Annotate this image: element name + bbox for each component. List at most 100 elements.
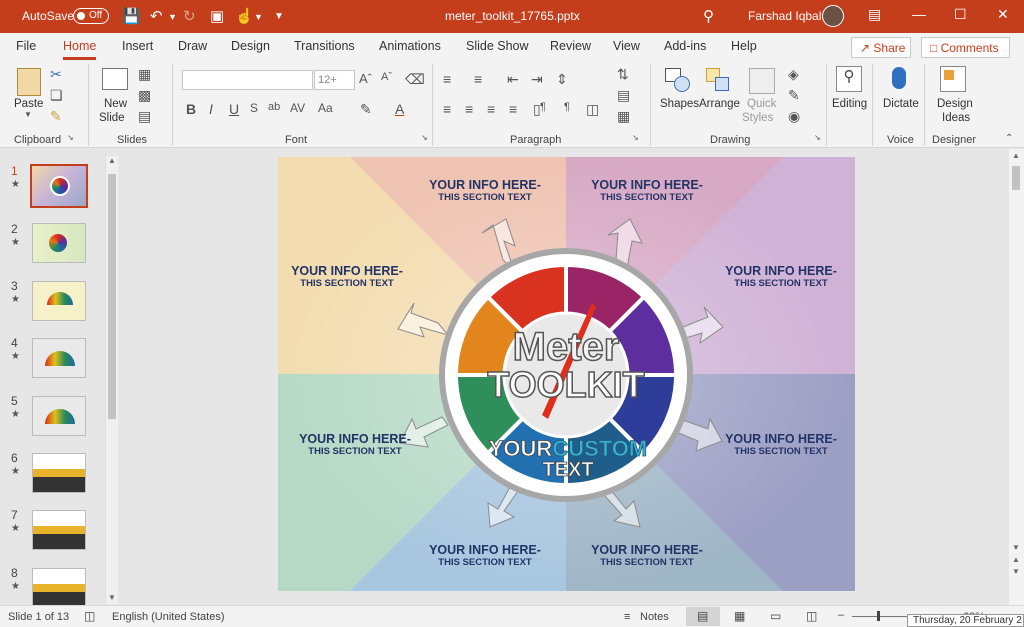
share-button[interactable]: ↗ Share bbox=[851, 37, 911, 58]
clear-formatting-icon[interactable]: ⌫ bbox=[405, 71, 425, 88]
next-slide-icon[interactable]: ▼ bbox=[1012, 567, 1020, 576]
shape-fill-icon[interactable]: ◈ bbox=[788, 66, 799, 83]
justify-icon[interactable]: ≡ bbox=[509, 101, 517, 117]
info-box-left-lower[interactable]: YOUR INFO HERE- THIS SECTION TEXT bbox=[288, 432, 422, 457]
slide-sorter-icon[interactable]: ▦ bbox=[734, 609, 745, 623]
font-launcher-icon[interactable]: ↘ bbox=[421, 133, 428, 142]
tab-animations[interactable]: Animations bbox=[379, 39, 441, 53]
scroll-down-icon[interactable]: ▼ bbox=[108, 593, 116, 602]
customize-qat-icon[interactable]: ▼ bbox=[274, 11, 284, 22]
slide-thumbnail-5[interactable] bbox=[32, 396, 86, 436]
user-name[interactable]: Farshad Iqbal bbox=[748, 9, 821, 23]
copy-icon[interactable]: ❏ bbox=[50, 87, 63, 104]
font-size-combobox[interactable]: 12+ bbox=[314, 70, 355, 90]
shape-effects-icon[interactable]: ◉ bbox=[788, 108, 800, 125]
zoom-slider-thumb[interactable] bbox=[877, 611, 880, 621]
align-text-icon[interactable]: ▤ bbox=[617, 87, 630, 104]
slide-thumbnail-6[interactable] bbox=[32, 453, 86, 493]
increase-indent-icon[interactable]: ⇥ bbox=[531, 71, 543, 88]
slide-title[interactable]: Meter TOOLKIT bbox=[478, 326, 654, 403]
comments-button[interactable]: □ Comments bbox=[921, 37, 1010, 58]
align-right-icon[interactable]: ≡ bbox=[487, 101, 495, 117]
numbering-icon[interactable]: ≡ bbox=[474, 71, 482, 87]
shrink-font-icon[interactable]: Aˇ bbox=[381, 71, 392, 83]
text-direction-icon[interactable]: ⇅ bbox=[617, 66, 629, 83]
tab-view[interactable]: View bbox=[613, 39, 640, 53]
ltr-icon[interactable]: ¶ bbox=[540, 101, 546, 113]
tab-add-ins[interactable]: Add-ins bbox=[664, 39, 706, 53]
save-icon[interactable]: 💾 bbox=[122, 7, 141, 25]
reset-icon[interactable]: ▩ bbox=[138, 87, 151, 104]
format-painter-icon[interactable]: ✎ bbox=[50, 108, 62, 125]
clipboard-launcher-icon[interactable]: ↘ bbox=[67, 133, 74, 142]
info-box-top-left[interactable]: YOUR INFO HERE- THIS SECTION TEXT bbox=[418, 178, 552, 203]
scroll-down-icon[interactable]: ▼ bbox=[1012, 543, 1020, 552]
bullets-icon[interactable]: ≡ bbox=[443, 71, 451, 87]
scroll-up-icon[interactable]: ▲ bbox=[1012, 151, 1020, 160]
tab-home[interactable]: Home bbox=[63, 39, 97, 60]
info-box-top-right[interactable]: YOUR INFO HERE- THIS SECTION TEXT bbox=[580, 178, 714, 203]
minimize-icon[interactable]: — bbox=[912, 6, 926, 22]
layout-icon[interactable]: ▦ bbox=[138, 66, 151, 83]
redo-icon[interactable]: ↻ bbox=[183, 7, 196, 25]
slide-thumbnail-8[interactable] bbox=[32, 568, 86, 608]
slide-thumbnail-3[interactable] bbox=[32, 281, 86, 321]
info-box-right-upper[interactable]: YOUR INFO HERE- THIS SECTION TEXT bbox=[714, 264, 848, 289]
rtl-icon[interactable]: ¶ bbox=[564, 101, 570, 113]
avatar[interactable] bbox=[822, 5, 844, 27]
info-box-left-upper[interactable]: YOUR INFO HERE- THIS SECTION TEXT bbox=[280, 264, 414, 289]
normal-view-button[interactable]: ▤ bbox=[686, 607, 720, 626]
info-box-bottom-left[interactable]: YOUR INFO HERE- THIS SECTION TEXT bbox=[418, 543, 552, 568]
tab-help[interactable]: Help bbox=[731, 39, 757, 53]
undo-icon[interactable]: ↶ bbox=[150, 7, 163, 25]
strikethrough-icon[interactable]: S bbox=[250, 101, 258, 115]
tab-file[interactable]: File bbox=[16, 39, 36, 53]
smartart-icon[interactable]: ▦ bbox=[617, 108, 630, 125]
highlight-icon[interactable]: ✎ bbox=[360, 101, 372, 118]
close-icon[interactable]: ✕ bbox=[997, 6, 1009, 23]
char-spacing-icon[interactable]: ab bbox=[268, 101, 280, 113]
search-icon[interactable]: ⚲ bbox=[703, 7, 714, 25]
undo-dropdown-icon[interactable]: ▼ bbox=[168, 12, 177, 22]
reading-view-icon[interactable]: ▭ bbox=[770, 609, 781, 623]
underline-icon[interactable]: U bbox=[229, 101, 239, 117]
align-left-icon[interactable]: ≡ bbox=[443, 101, 451, 117]
italic-icon[interactable]: I bbox=[209, 101, 213, 117]
slide-thumbnail-4[interactable] bbox=[32, 338, 86, 378]
scroll-up-icon[interactable]: ▲ bbox=[108, 156, 116, 165]
collapse-ribbon-icon[interactable]: ⌃ bbox=[1005, 133, 1013, 144]
custom-text[interactable]: YOURCUSTOM TEXT bbox=[468, 437, 668, 481]
grow-font-icon[interactable]: Aˆ bbox=[359, 71, 372, 86]
previous-slide-icon[interactable]: ▲ bbox=[1012, 555, 1020, 564]
main-slide[interactable]: Meter TOOLKIT YOURCUSTOM TEXT YOUR INFO … bbox=[278, 157, 855, 591]
slide-thumbnail-7[interactable] bbox=[32, 510, 86, 550]
autosave-toggle[interactable]: Off bbox=[73, 8, 109, 24]
tab-insert[interactable]: Insert bbox=[122, 39, 153, 53]
shape-outline-icon[interactable]: ✎ bbox=[788, 87, 800, 104]
language-indicator[interactable]: English (United States) bbox=[112, 611, 225, 623]
change-case-icon[interactable]: Aa bbox=[318, 101, 333, 115]
notes-button[interactable]: Notes bbox=[640, 611, 669, 623]
tab-transitions[interactable]: Transitions bbox=[294, 39, 355, 53]
touch-mode-icon[interactable]: ☝ bbox=[235, 7, 254, 25]
columns-2-icon[interactable]: ◫ bbox=[586, 101, 599, 118]
section-icon[interactable]: ▤ bbox=[138, 108, 151, 125]
slideshow-view-icon[interactable]: ◫ bbox=[806, 609, 817, 623]
touch-dropdown-icon[interactable]: ▼ bbox=[254, 12, 263, 22]
slide-thumbnail-1[interactable] bbox=[30, 164, 88, 208]
bold-icon[interactable]: B bbox=[186, 101, 196, 117]
spell-check-icon[interactable]: ◫ bbox=[84, 609, 95, 623]
align-center-icon[interactable]: ≡ bbox=[465, 101, 473, 117]
decrease-indent-icon[interactable]: ⇤ bbox=[507, 71, 519, 88]
thumbnail-scrollbar[interactable]: ▲ ▼ bbox=[105, 156, 118, 604]
font-name-combobox[interactable] bbox=[182, 70, 313, 90]
scroll-thumb[interactable] bbox=[1012, 166, 1020, 190]
present-icon[interactable]: ▣ bbox=[210, 7, 224, 25]
ribbon-display-icon[interactable]: ▤ bbox=[868, 6, 881, 23]
font-color-icon[interactable]: A bbox=[395, 101, 404, 117]
zoom-slider[interactable] bbox=[852, 611, 908, 621]
char-spacing-2-icon[interactable]: AV bbox=[290, 101, 305, 115]
drawing-launcher-icon[interactable]: ↘ bbox=[814, 133, 821, 142]
scroll-thumb[interactable] bbox=[108, 174, 116, 419]
tab-slide-show[interactable]: Slide Show bbox=[466, 39, 529, 53]
